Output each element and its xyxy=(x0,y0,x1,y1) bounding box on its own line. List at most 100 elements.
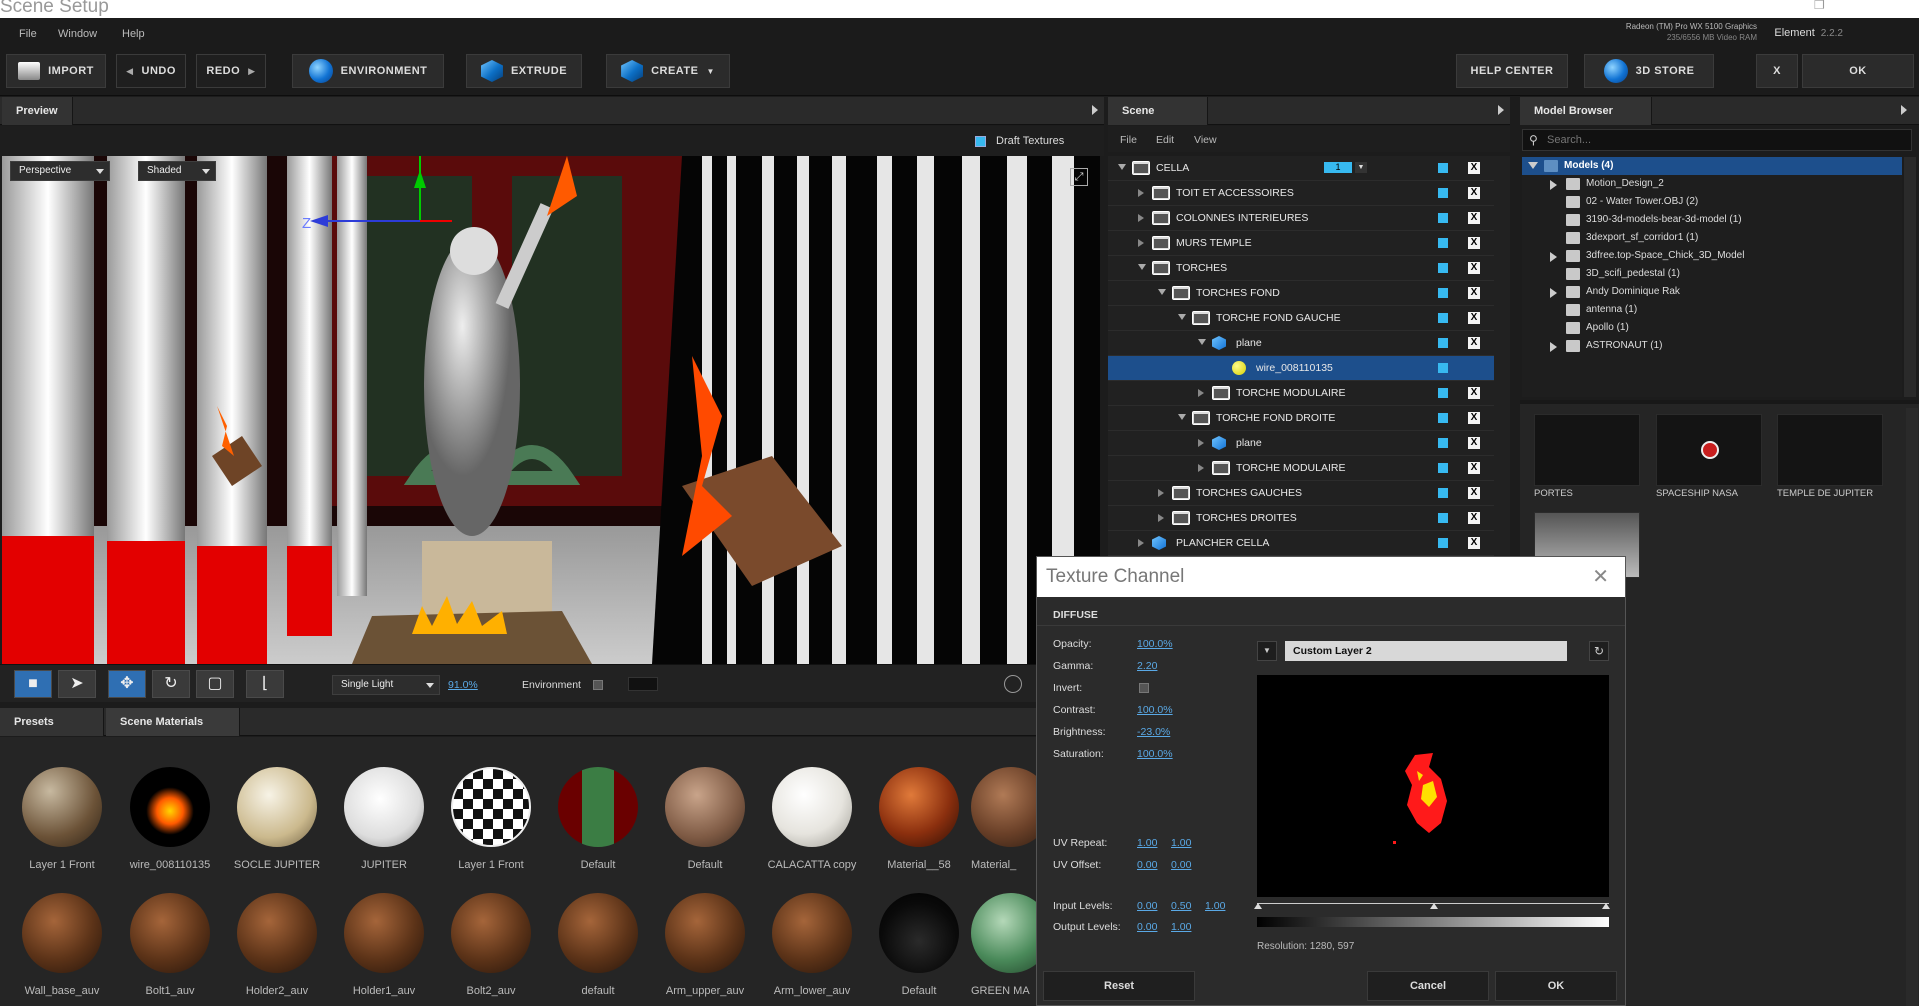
delete-icon[interactable]: X xyxy=(1468,287,1480,299)
visibility-toggle[interactable] xyxy=(1438,263,1448,273)
model-tree-row[interactable]: Models (4) xyxy=(1522,157,1902,175)
layer-badge[interactable]: 1 xyxy=(1324,162,1352,173)
environment-checkbox[interactable] xyxy=(593,680,603,690)
expand-right-icon[interactable] xyxy=(1138,239,1144,247)
uv-repeat-u[interactable]: 1.00 xyxy=(1137,837,1157,849)
input-high-handle[interactable] xyxy=(1602,903,1610,909)
visibility-toggle[interactable] xyxy=(1438,313,1448,323)
material-item[interactable]: Bolt1_auv xyxy=(115,893,225,997)
material-item[interactable]: Arm_upper_auv xyxy=(650,893,760,997)
scene-tree-row[interactable]: TORCHES FOND X xyxy=(1108,281,1494,306)
material-item[interactable]: Material_ xyxy=(971,767,1037,871)
visibility-toggle[interactable] xyxy=(1438,238,1448,248)
thumbnails-scrollbar[interactable] xyxy=(1906,408,1918,1006)
help-center-button[interactable]: HELP CENTER xyxy=(1456,54,1568,88)
layer-name-field[interactable]: Custom Layer 2 xyxy=(1285,641,1567,661)
expand-down-icon[interactable] xyxy=(1138,264,1146,270)
scene-tree-row[interactable]: CELLA 1 ▼ X xyxy=(1108,156,1494,181)
delete-icon[interactable]: X xyxy=(1468,512,1480,524)
expand-right-icon[interactable] xyxy=(1198,389,1204,397)
input-low-handle[interactable] xyxy=(1254,903,1262,909)
gamma-value[interactable]: 2.20 xyxy=(1137,660,1157,672)
thumbnail-portes[interactable] xyxy=(1534,414,1640,486)
draft-textures-checkbox[interactable] xyxy=(975,136,986,147)
model-tree-row[interactable]: 3D_scifi_pedestal (1) xyxy=(1522,265,1902,283)
material-item[interactable]: Default xyxy=(864,893,974,997)
invert-checkbox[interactable] xyxy=(1139,683,1149,693)
visibility-toggle[interactable] xyxy=(1438,413,1448,423)
model-tree-row[interactable]: 02 - Water Tower.OBJ (2) xyxy=(1522,193,1902,211)
scene-tree-row[interactable]: plane X xyxy=(1108,431,1494,456)
expand-right-icon[interactable] xyxy=(1158,514,1164,522)
model-browser-expand-icon[interactable] xyxy=(1901,105,1907,115)
visibility-toggle[interactable] xyxy=(1438,388,1448,398)
menu-help[interactable]: Help xyxy=(122,28,145,40)
import-button[interactable]: IMPORT xyxy=(6,54,106,88)
delete-icon[interactable]: X xyxy=(1468,537,1480,549)
layer-dropdown-icon[interactable]: ▼ xyxy=(1257,641,1277,661)
scene-menu-view[interactable]: View xyxy=(1194,134,1217,146)
input-level-low[interactable]: 0.00 xyxy=(1137,900,1157,912)
scene-tree-row[interactable]: TORCHE MODULAIRE X xyxy=(1108,381,1494,406)
restore-icon[interactable]: ❐ xyxy=(1814,0,1825,12)
expand-down-icon[interactable] xyxy=(1118,164,1126,170)
environment-button[interactable]: ENVIRONMENT xyxy=(292,54,444,88)
scene-tree-row[interactable]: TORCHES DROITES X xyxy=(1108,506,1494,531)
delete-icon[interactable]: X xyxy=(1468,237,1480,249)
material-item[interactable]: Arm_lower_auv xyxy=(757,893,867,997)
scene-tree-row[interactable]: plane X xyxy=(1108,331,1494,356)
scene-tree-row[interactable]: TORCHES GAUCHES X xyxy=(1108,481,1494,506)
3d-store-button[interactable]: 3D STORE xyxy=(1584,54,1714,88)
material-item[interactable]: Bolt2_auv xyxy=(436,893,546,997)
scene-tree-row[interactable]: PLANCHER CELLA X xyxy=(1108,531,1494,556)
input-levels-slider[interactable] xyxy=(1254,903,1610,913)
move-tool-icon[interactable]: ✥ xyxy=(108,670,146,698)
delete-icon[interactable]: X xyxy=(1468,262,1480,274)
scene-tree-row[interactable]: wire_008110135 xyxy=(1108,356,1494,381)
expand-right-icon[interactable] xyxy=(1550,252,1557,262)
output-level-low[interactable]: 0.00 xyxy=(1137,921,1157,933)
material-item[interactable]: CALACATTA copy xyxy=(757,767,867,871)
material-item[interactable]: wire_008110135 xyxy=(115,767,225,871)
3d-viewport[interactable]: Z Perspective Shaded ⤢ xyxy=(2,156,1100,664)
scale-tool-icon[interactable]: ▢ xyxy=(196,670,234,698)
scene-menu-edit[interactable]: Edit xyxy=(1156,134,1174,146)
visibility-toggle[interactable] xyxy=(1438,363,1448,373)
delete-icon[interactable]: X xyxy=(1468,387,1480,399)
uv-offset-v[interactable]: 0.00 xyxy=(1171,859,1191,871)
dialog-ok-button[interactable]: OK xyxy=(1495,971,1617,1001)
visibility-toggle[interactable] xyxy=(1438,463,1448,473)
expand-right-icon[interactable] xyxy=(1198,439,1204,447)
model-tree-row[interactable]: 3dexport_sf_corridor1 (1) xyxy=(1522,229,1902,247)
ok-button[interactable]: OK xyxy=(1802,54,1914,88)
tab-preview[interactable]: Preview xyxy=(2,97,73,125)
material-item[interactable]: SOCLE JUPITER xyxy=(222,767,332,871)
refresh-icon[interactable]: ↻ xyxy=(1589,641,1609,661)
opacity-value[interactable]: 100.0% xyxy=(1137,638,1173,650)
uv-offset-u[interactable]: 0.00 xyxy=(1137,859,1157,871)
menu-window[interactable]: Window xyxy=(58,28,97,40)
visibility-toggle[interactable] xyxy=(1438,488,1448,498)
delete-icon[interactable]: X xyxy=(1468,412,1480,424)
expand-down-icon[interactable] xyxy=(1178,414,1186,420)
scene-tree-row[interactable]: TORCHE FOND GAUCHE X xyxy=(1108,306,1494,331)
visibility-toggle[interactable] xyxy=(1438,188,1448,198)
preview-expand-icon[interactable] xyxy=(1092,105,1098,115)
scene-tree-row[interactable]: MURS TEMPLE X xyxy=(1108,231,1494,256)
light-dropdown[interactable]: Single Light xyxy=(332,675,440,695)
expand-right-icon[interactable] xyxy=(1550,342,1557,352)
saturation-value[interactable]: 100.0% xyxy=(1137,748,1173,760)
model-tree-scrollbar[interactable] xyxy=(1904,157,1916,397)
scene-tree-row[interactable]: COLONNES INTERIEURES X xyxy=(1108,206,1494,231)
expand-down-icon[interactable] xyxy=(1528,162,1538,169)
delete-icon[interactable]: X xyxy=(1468,437,1480,449)
dialog-close-icon[interactable]: ✕ xyxy=(1592,564,1609,589)
delete-icon[interactable]: X xyxy=(1468,212,1480,224)
model-tree-row[interactable]: 3190-3d-models-bear-3d-model (1) xyxy=(1522,211,1902,229)
delete-icon[interactable]: X xyxy=(1468,162,1480,174)
output-level-high[interactable]: 1.00 xyxy=(1171,921,1191,933)
input-level-mid[interactable]: 0.50 xyxy=(1171,900,1191,912)
material-item[interactable]: Default xyxy=(543,767,653,871)
visibility-toggle[interactable] xyxy=(1438,163,1448,173)
material-item[interactable]: Default xyxy=(650,767,760,871)
